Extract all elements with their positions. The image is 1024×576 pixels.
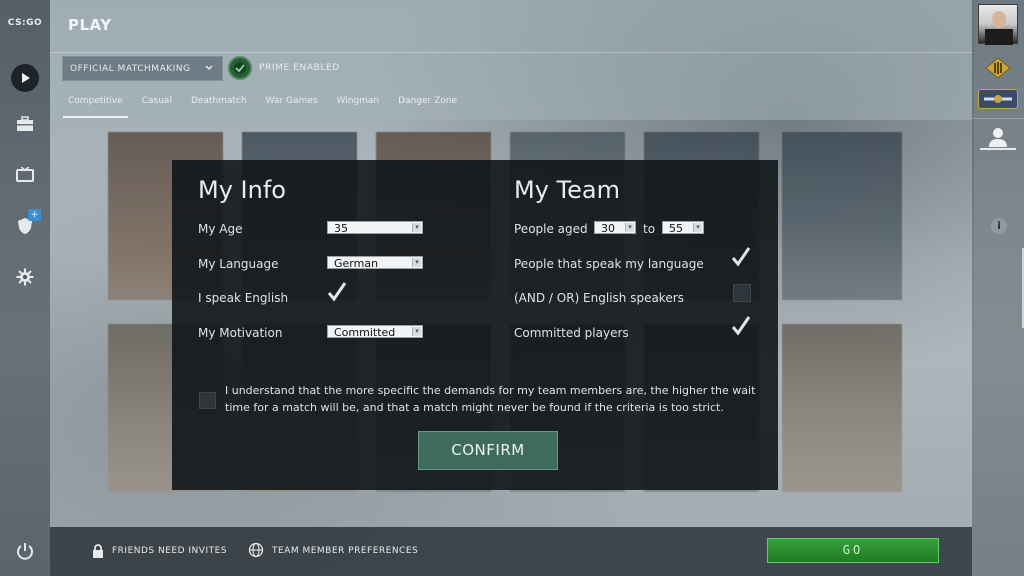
nav-settings[interactable] xyxy=(11,263,39,291)
chevron-down-icon: ▾ xyxy=(693,223,702,232)
my-age-label: My Age xyxy=(198,222,243,236)
go-button[interactable]: GO xyxy=(767,538,939,563)
committed-players-checkbox[interactable] xyxy=(730,315,751,336)
speak-english-label: I speak English xyxy=(198,291,289,305)
csgo-logo[interactable]: CS:GO xyxy=(6,18,44,34)
aged-to-label: to xyxy=(643,222,656,236)
globe-icon xyxy=(248,542,264,562)
chevron-down-icon: ▾ xyxy=(625,223,634,232)
tv-icon xyxy=(16,167,34,182)
new-badge: + xyxy=(28,209,41,221)
prime-status-label: PRIME ENABLED xyxy=(259,63,340,73)
mode-select-value: OFFICIAL MATCHMAKING xyxy=(70,63,191,74)
footer-bar: FRIENDS NEED INVITES TEAM MEMBER PREFERE… xyxy=(50,527,972,576)
disclaimer-checkbox[interactable] xyxy=(199,392,216,409)
tab-deathmatch[interactable]: Deathmatch xyxy=(191,96,247,106)
my-age-select[interactable]: 35 ▾ xyxy=(327,221,423,235)
info-icon[interactable]: i xyxy=(991,218,1007,234)
avatar-suit xyxy=(985,29,1013,45)
friends-tab-indicator xyxy=(980,148,1016,150)
team-member-preferences-button[interactable]: TEAM MEMBER PREFERENCES xyxy=(272,546,418,556)
tab-wingman[interactable]: Wingman xyxy=(337,96,380,106)
right-rail-divider xyxy=(972,118,1024,119)
aged-to-value: 55 xyxy=(669,222,683,235)
speak-language-label: People that speak my language xyxy=(514,257,704,271)
nav-play[interactable] xyxy=(11,64,39,92)
my-age-value: 35 xyxy=(334,222,348,235)
chevron-down-icon: ▾ xyxy=(412,327,421,336)
team-preferences-dialog: My Info My Team My Age 35 ▾ My Language … xyxy=(172,160,778,490)
my-language-select[interactable]: German ▾ xyxy=(327,256,423,270)
tab-competitive[interactable]: Competitive xyxy=(63,96,128,118)
aged-from-select[interactable]: 30 ▾ xyxy=(594,221,636,235)
my-info-title: My Info xyxy=(198,176,286,204)
tab-war-games[interactable]: War Games xyxy=(266,96,318,106)
tab-casual[interactable]: Casual xyxy=(142,96,172,106)
skill-group-icon[interactable] xyxy=(978,89,1018,109)
avatar-face xyxy=(992,11,1006,28)
power-button[interactable] xyxy=(15,541,35,565)
play-icon xyxy=(11,64,39,92)
nav-watch[interactable] xyxy=(11,161,39,189)
aged-from-value: 30 xyxy=(601,222,615,235)
speak-language-checkbox[interactable] xyxy=(730,246,751,267)
map-tile[interactable] xyxy=(782,132,902,300)
briefcase-icon xyxy=(17,116,33,131)
page-title: PLAY xyxy=(68,16,112,34)
tab-danger-zone[interactable]: Danger Zone xyxy=(398,96,457,106)
committed-players-label: Committed players xyxy=(514,326,629,340)
friends-icon[interactable] xyxy=(986,126,1010,150)
chevron-down-icon xyxy=(204,63,214,76)
chevron-down-icon: ▾ xyxy=(412,223,421,232)
confirm-button[interactable]: CONFIRM xyxy=(418,431,558,470)
english-speakers-label: (AND / OR) English speakers xyxy=(514,291,684,305)
checkmark-icon xyxy=(327,282,347,302)
power-icon xyxy=(17,543,33,560)
header-divider xyxy=(50,52,972,53)
chevron-down-icon: ▾ xyxy=(412,258,421,267)
gear-icon xyxy=(16,268,34,286)
my-motivation-value: Committed xyxy=(334,326,396,339)
mode-tabs: Competitive Casual Deathmatch War Games … xyxy=(63,96,476,118)
avatar[interactable] xyxy=(978,4,1018,45)
my-language-label: My Language xyxy=(198,257,279,271)
rank-chevron-icon[interactable] xyxy=(981,57,1015,79)
aged-to-select[interactable]: 55 ▾ xyxy=(662,221,704,235)
map-tile[interactable] xyxy=(782,324,902,492)
my-motivation-label: My Motivation xyxy=(198,326,283,340)
nav-inventory[interactable] xyxy=(11,110,39,138)
disclaimer-text: I understand that the more specific the … xyxy=(225,384,756,414)
my-language-value: German xyxy=(334,257,379,270)
english-speakers-checkbox[interactable] xyxy=(733,284,751,302)
play-header: PLAY OFFICIAL MATCHMAKING PRIME ENABLED … xyxy=(50,0,972,120)
my-team-title: My Team xyxy=(514,176,620,204)
my-motivation-select[interactable]: Committed ▾ xyxy=(327,325,423,339)
matchmaking-mode-select[interactable]: OFFICIAL MATCHMAKING xyxy=(62,56,223,81)
checkmark-icon xyxy=(731,247,751,267)
left-nav-rail: CS:GO + xyxy=(0,0,50,576)
prime-icon xyxy=(228,56,252,80)
speak-english-checkbox[interactable] xyxy=(326,281,347,302)
lock-icon xyxy=(92,543,104,562)
people-aged-label: People aged xyxy=(514,222,588,236)
checkmark-icon xyxy=(731,316,751,336)
right-social-rail: i xyxy=(972,0,1024,576)
friends-need-invites-toggle[interactable]: FRIENDS NEED INVITES xyxy=(112,546,227,556)
